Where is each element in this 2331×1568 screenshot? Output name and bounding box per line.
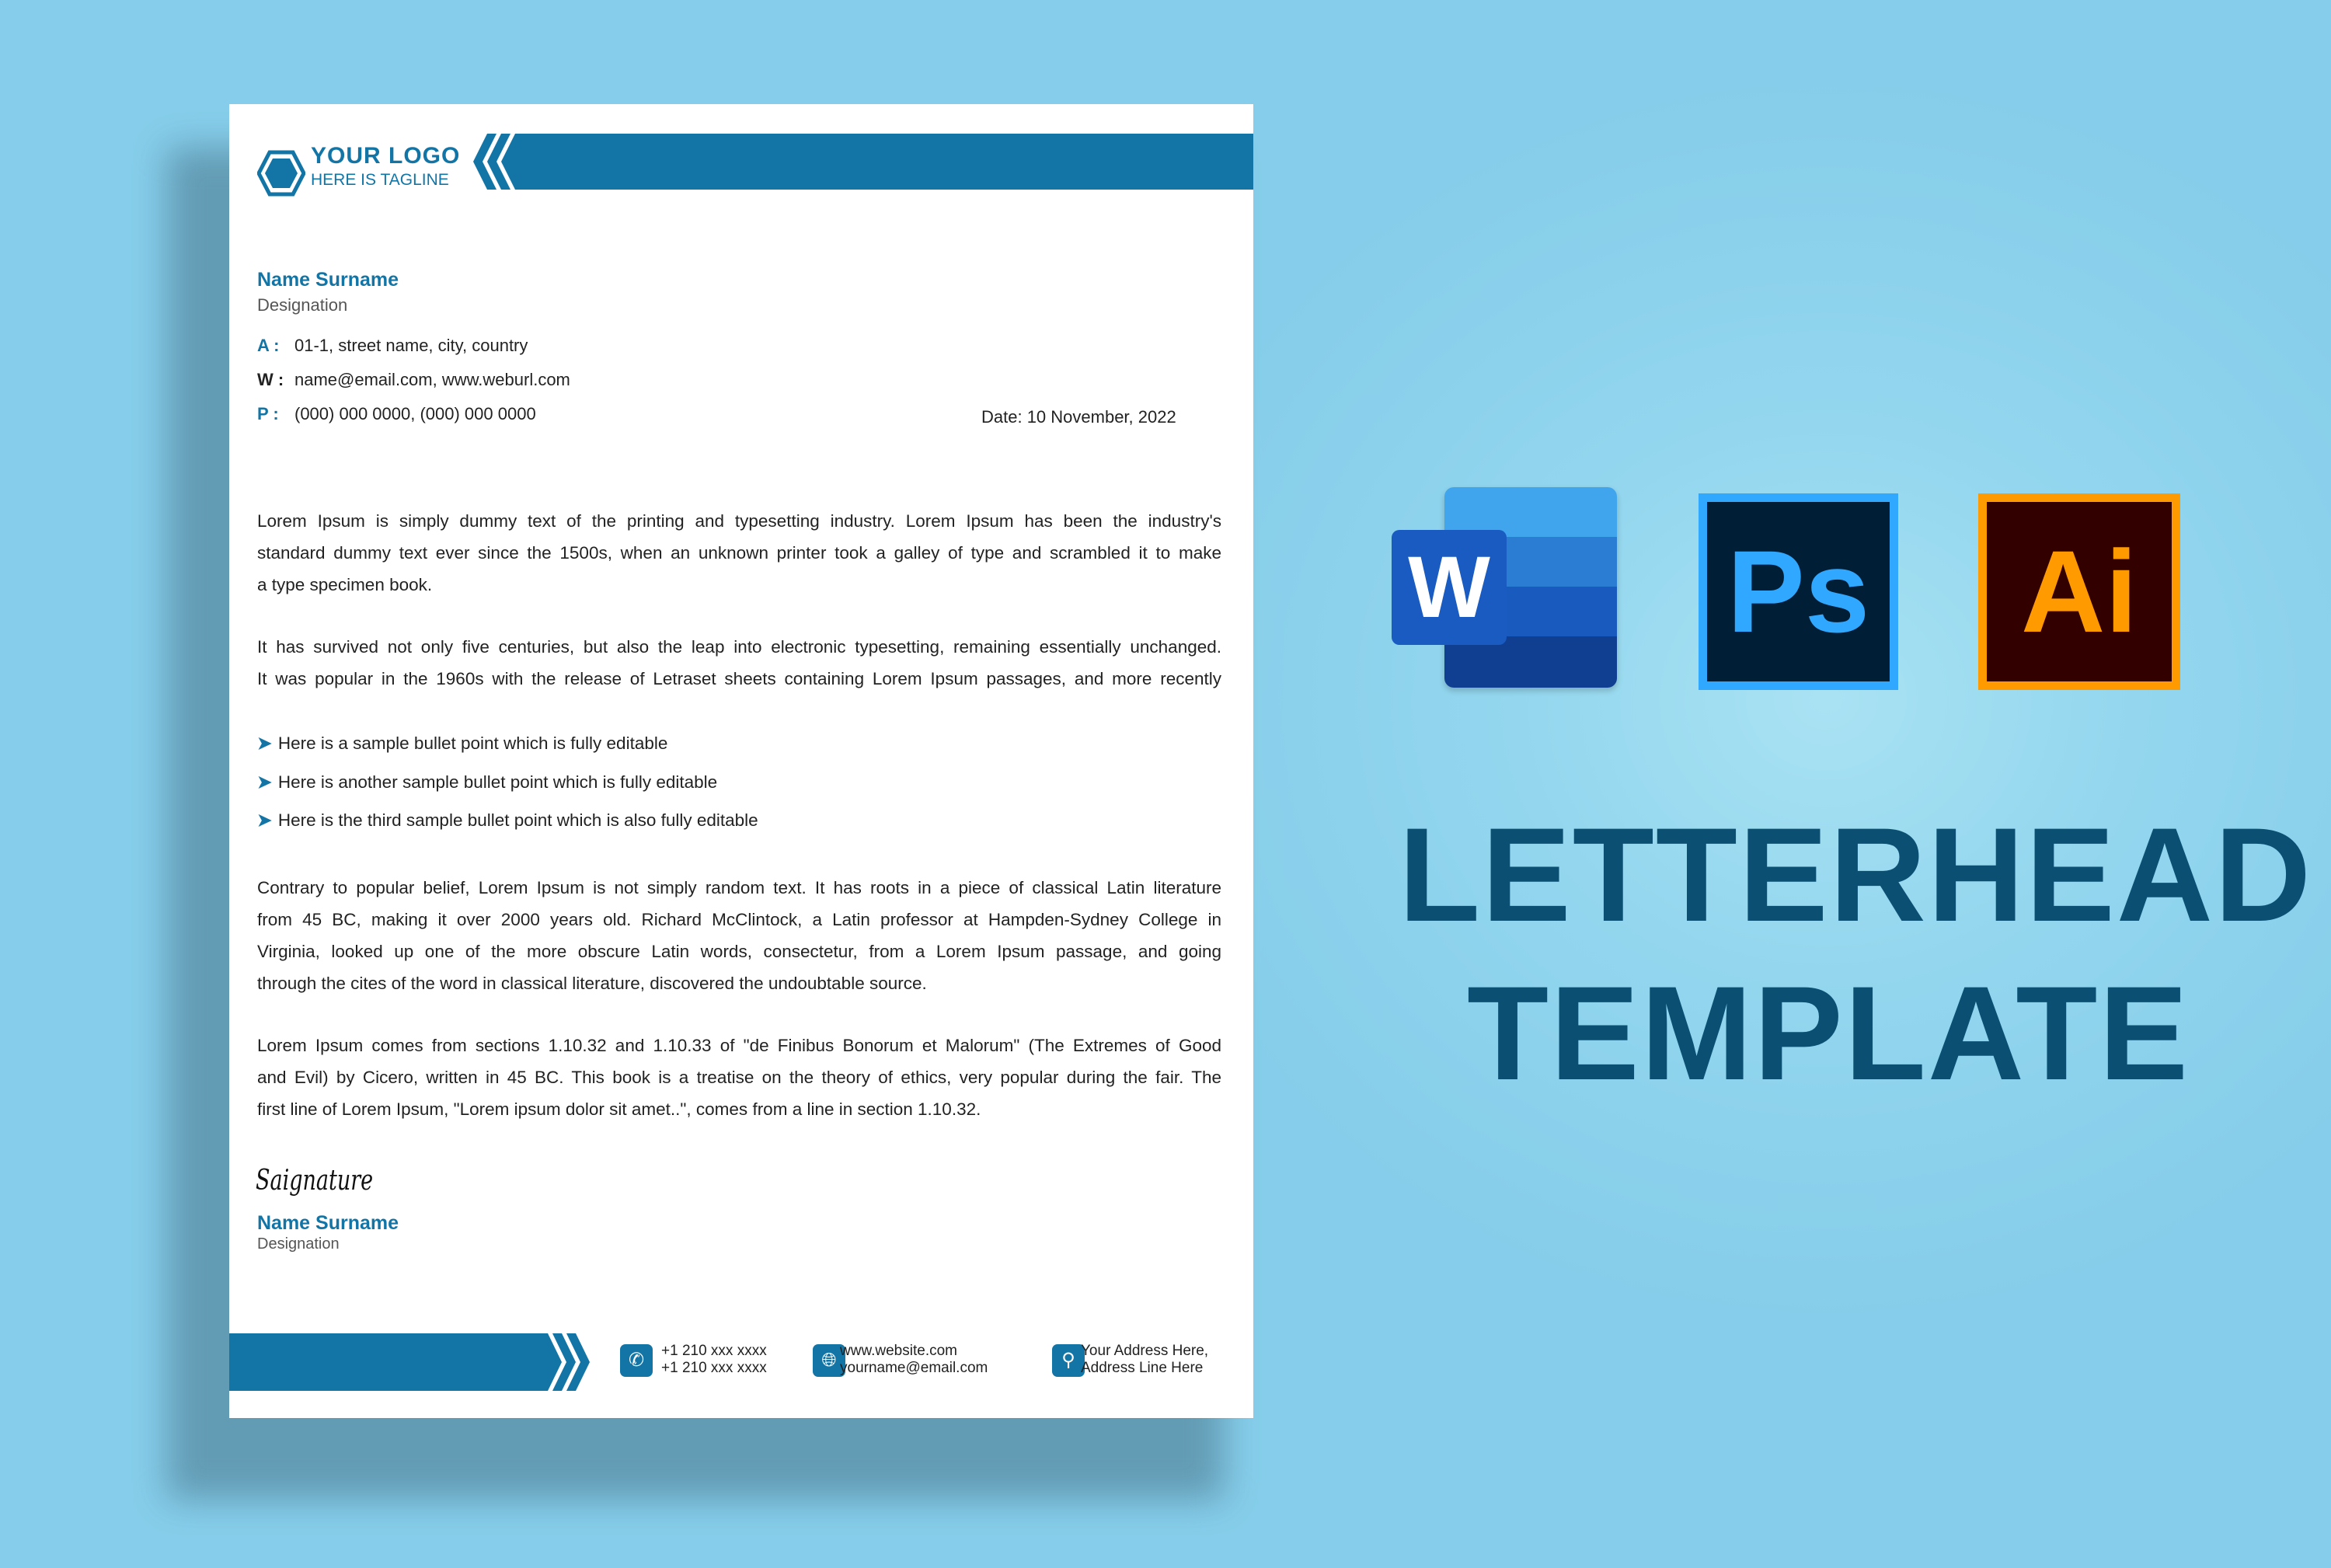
bullet-item: ➤ Here is another sample bullet point whi… — [257, 772, 718, 792]
footer-chevron-bar — [229, 1333, 590, 1391]
paragraph-3: Contrary to popular belief, Lorem Ipsum … — [257, 878, 1221, 993]
logo-title: YOUR LOGO — [311, 143, 461, 169]
footer-address: Your Address Here, Address Line Here — [1081, 1343, 1209, 1376]
bullet-item: ➤ Here is the third sample bullet point w… — [257, 810, 758, 830]
sender-name: Name Surname — [257, 269, 399, 291]
headline-line-2: TEMPLATE — [1467, 959, 2190, 1108]
paragraph-4: Lorem Ipsum comes from sections 1.10.32 … — [257, 1036, 1221, 1119]
paragraph-2: It has survived not only five centuries,… — [257, 637, 1221, 688]
contact-web: W : name@email.com, www.weburl.com — [257, 370, 570, 389]
contact-address: A :01-1, street name, city, country — [257, 336, 528, 355]
arrow-icon: ➤ — [257, 733, 272, 753]
letterhead-page: YOUR LOGO HERE IS TAGLINE Name Surname D… — [229, 104, 1253, 1418]
signer-designation: Designation — [257, 1235, 340, 1253]
photoshop-icon: Ps — [1699, 493, 1898, 690]
phone-icon: ✆ — [620, 1344, 653, 1377]
footer-web: www.website.com yourname@email.com — [840, 1343, 988, 1376]
footer-phone: +1 210 xxx xxxx +1 210 xxx xxxx — [661, 1343, 767, 1376]
headline-line-1: LETTERHEAD — [1399, 800, 2313, 950]
word-icon: W — [1392, 487, 1617, 688]
arrow-icon: ➤ — [257, 772, 272, 792]
logo-tagline: HERE IS TAGLINE — [311, 171, 449, 189]
arrow-icon: ➤ — [257, 810, 272, 830]
location-pin-icon: ⚲ — [1052, 1344, 1085, 1377]
signature: Saignature — [256, 1165, 374, 1197]
illustrator-icon: Ai — [1978, 493, 2180, 690]
letter-date: Date: 10 November, 2022 — [981, 407, 1176, 427]
sender-designation: Designation — [257, 295, 348, 315]
contact-phone: P : (000) 000 0000, (000) 000 0000 — [257, 404, 536, 423]
bullet-item: ➤ Here is a sample bullet point which is … — [257, 733, 668, 753]
signer-name: Name Surname — [257, 1212, 399, 1234]
header-chevron-bar — [473, 134, 1253, 190]
paragraph-1: Lorem Ipsum is simply dummy text of the … — [257, 511, 1221, 594]
logo-hexagon-icon — [257, 150, 305, 197]
